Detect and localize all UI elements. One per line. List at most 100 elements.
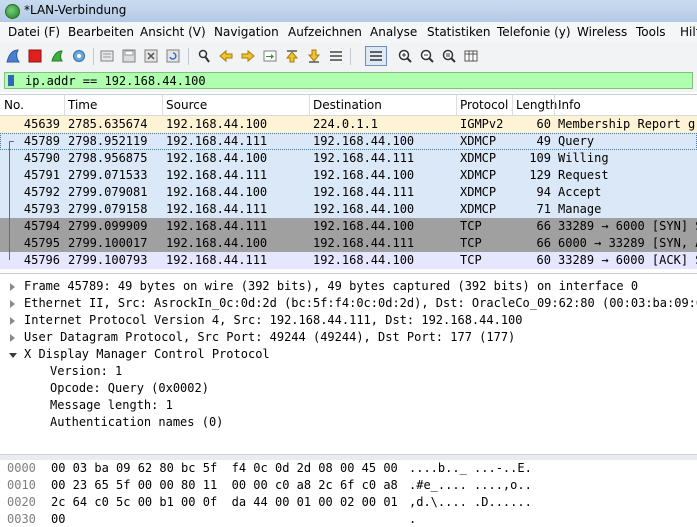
cell-info: Willing: [558, 151, 609, 165]
column-header-source[interactable]: Source: [166, 98, 207, 112]
packet-details-pane[interactable]: Frame 45789: 49 bytes on wire (392 bits)…: [0, 273, 697, 455]
menu-bearbeiten[interactable]: Bearbeiten: [68, 25, 134, 39]
menu-hilfe[interactable]: Hilfe: [680, 25, 697, 39]
menu-ansicht[interactable]: Ansicht (V): [140, 25, 206, 39]
title-bar: *LAN-Verbindung: [0, 0, 697, 23]
detail-tree-item[interactable]: User Datagram Protocol, Src Port: 49244 …: [0, 329, 697, 346]
expand-arrow-right-icon[interactable]: [10, 334, 15, 342]
resize-columns-icon[interactable]: [462, 47, 480, 65]
go-back-icon[interactable]: [217, 47, 235, 65]
cell-time: 2798.956875: [68, 151, 148, 165]
packet-row[interactable]: 45795 2799.100017 192.168.44.100 192.168.44…: [0, 235, 697, 252]
zoom-normal-icon[interactable]: [440, 47, 458, 65]
expand-arrow-down-icon[interactable]: [9, 353, 17, 358]
menu-tools[interactable]: Tools: [636, 25, 666, 39]
hex-dump-row: 0000 00 03 ba 09 62 80 bc 5f f4 0c 0d 2d …: [0, 460, 697, 476]
menu-statistiken[interactable]: Statistiken: [427, 25, 491, 39]
wireshark-app-icon: [5, 4, 20, 19]
detail-tree-item[interactable]: X Display Manager Control Protocol: [0, 346, 697, 363]
shark-fin-icon[interactable]: [4, 47, 22, 65]
cell-length: 66: [536, 236, 551, 250]
go-forward-icon[interactable]: [239, 47, 257, 65]
menu-datei[interactable]: Datei (F): [8, 25, 60, 39]
expand-arrow-right-icon[interactable]: [10, 300, 15, 308]
detail-tree-item[interactable]: Frame 45789: 49 bytes on wire (392 bits)…: [0, 278, 697, 295]
packet-row[interactable]: 45796 2799.100793 192.168.44.111 192.168.44…: [0, 252, 697, 269]
cell-time: 2799.100017: [68, 236, 148, 250]
packet-row[interactable]: 45793 2799.079158 192.168.44.111 192.168.44…: [0, 201, 697, 218]
menu-bar: Datei (F) Bearbeiten Ansicht (V) Navigat…: [0, 22, 697, 44]
packet-row[interactable]: 45791 2799.071533 192.168.44.111 192.168.44…: [0, 167, 697, 184]
cell-length: 49: [536, 134, 551, 148]
detail-tree-item[interactable]: Internet Protocol Version 4, Src: 192.16…: [0, 312, 697, 329]
packet-row[interactable]: 45789 2798.952119 192.168.44.111 192.168.44…: [0, 133, 697, 150]
packet-row[interactable]: 45792 2799.079081 192.168.44.100 192.168.44…: [0, 184, 697, 201]
open-folder-icon[interactable]: [98, 47, 116, 65]
display-filter-bar: ip.addr == 192.168.44.100: [0, 70, 697, 92]
detail-tree-item[interactable]: Ethernet II, Src: AsrockIn_0c:0d:2d (bc:…: [0, 295, 697, 312]
display-filter-input[interactable]: ip.addr == 192.168.44.100: [4, 72, 693, 89]
cell-length: 60: [536, 117, 551, 131]
restart-icon[interactable]: [48, 47, 66, 65]
menu-analyse[interactable]: Analyse: [370, 25, 417, 39]
menu-aufzeichnen[interactable]: Aufzeichnen: [288, 25, 362, 39]
zoom-in-icon[interactable]: [396, 47, 414, 65]
expand-arrow-right-icon[interactable]: [10, 317, 15, 325]
column-header-no[interactable]: No.: [4, 98, 24, 112]
cell-protocol: XDMCP: [460, 185, 497, 199]
detail-tree-item[interactable]: Authentication names (0): [0, 414, 697, 431]
packet-row[interactable]: 45794 2799.099909 192.168.44.111 192.168.44…: [0, 218, 697, 235]
cell-protocol: XDMCP: [460, 134, 497, 148]
detail-tree-label: Message length: 1: [50, 398, 173, 412]
reload-icon[interactable]: [164, 47, 182, 65]
display-filter-value: ip.addr == 192.168.44.100: [25, 74, 206, 88]
stop-icon[interactable]: [26, 47, 44, 65]
cell-no: 45789: [23, 134, 60, 148]
column-header-length[interactable]: Length: [516, 98, 557, 112]
packet-row[interactable]: 45790 2798.956875 192.168.44.100 192.168.44…: [0, 150, 697, 167]
menu-wireless[interactable]: Wireless: [577, 25, 627, 39]
find-icon[interactable]: [195, 47, 213, 65]
menu-navigation[interactable]: Navigation: [214, 25, 279, 39]
column-header-time[interactable]: Time: [68, 98, 97, 112]
detail-tree-item[interactable]: Message length: 1: [0, 397, 697, 414]
cell-destination: 192.168.44.100: [313, 202, 415, 216]
cell-no: 45790: [23, 151, 60, 165]
filter-bookmark-icon[interactable]: [8, 75, 14, 86]
cell-source: 192.168.44.111: [166, 168, 268, 182]
packet-bytes-pane[interactable]: 0000 00 03 ba 09 62 80 bc 5f f4 0c 0d 2d …: [0, 460, 697, 526]
last-packet-icon[interactable]: [305, 47, 323, 65]
expand-arrow-right-icon[interactable]: [10, 283, 15, 291]
hex-offset: 0010: [7, 478, 36, 492]
packet-list[interactable]: No. Time Source Destination Protocol Len…: [0, 94, 697, 271]
packet-row[interactable]: 45639 2785.635674 192.168.44.100 224.0.1.1 I…: [0, 116, 697, 133]
options-gear-icon[interactable]: [70, 47, 88, 65]
cell-info: 33289 → 6000 [ACK] Seq=1 Ack=1: [558, 253, 697, 267]
colorize-icon[interactable]: [365, 46, 387, 66]
detail-tree-item[interactable]: Version: 1: [0, 363, 697, 380]
cell-no: 45793: [23, 202, 60, 216]
detail-tree-label: User Datagram Protocol, Src Port: 49244 …: [24, 330, 516, 344]
hex-bytes: 00 23 65 5f 00 00 80 11 00 00 c0 a8 2c 6…: [51, 478, 398, 492]
zoom-out-icon[interactable]: [418, 47, 436, 65]
first-packet-icon[interactable]: [283, 47, 301, 65]
detail-tree-label: Authentication names (0): [50, 415, 224, 429]
save-file-icon[interactable]: [120, 47, 138, 65]
cell-info: Membership Report group 224.0.1.1: [558, 117, 697, 131]
column-header-destination[interactable]: Destination: [313, 98, 382, 112]
column-header-info[interactable]: Info: [558, 98, 581, 112]
cell-source: 192.168.44.111: [166, 134, 268, 148]
autoscroll-icon[interactable]: [327, 47, 345, 65]
cell-protocol: XDMCP: [460, 151, 497, 165]
cell-destination: 192.168.44.111: [313, 185, 415, 199]
menu-telefonie[interactable]: Telefonie (y): [497, 25, 571, 39]
cell-source: 192.168.44.111: [166, 202, 268, 216]
go-to-packet-icon[interactable]: [261, 47, 279, 65]
close-file-icon[interactable]: [142, 47, 160, 65]
hex-bytes: 00 03 ba 09 62 80 bc 5f f4 0c 0d 2d 08 0…: [51, 461, 398, 475]
cell-length: 94: [536, 185, 551, 199]
detail-tree-label: Frame 45789: 49 bytes on wire (392 bits)…: [24, 279, 639, 293]
column-header-protocol[interactable]: Protocol: [460, 98, 508, 112]
hex-bytes: 2c 64 c0 5c 00 b1 00 0f da 44 00 01 00 0…: [51, 495, 398, 509]
detail-tree-item[interactable]: Opcode: Query (0x0002): [0, 380, 697, 397]
